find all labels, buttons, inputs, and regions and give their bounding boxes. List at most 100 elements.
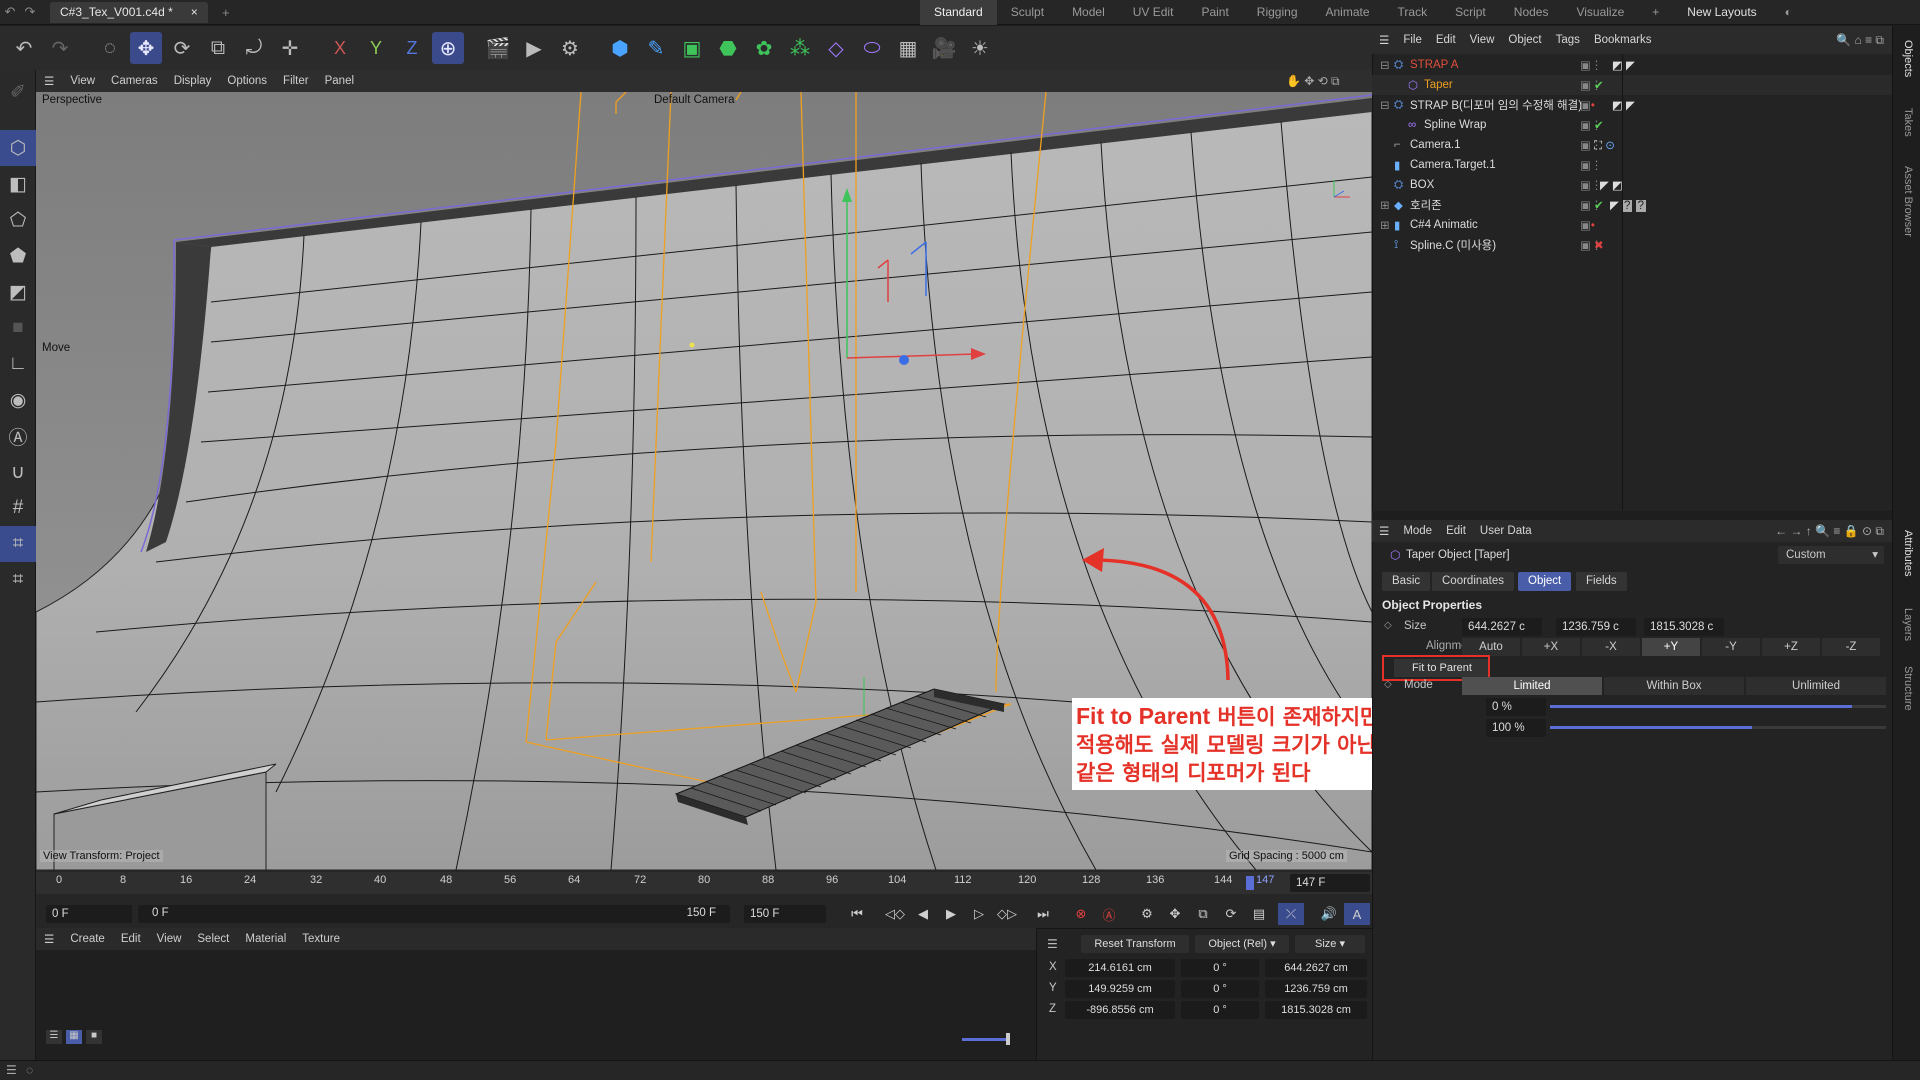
enabled-check-icon[interactable]: ✔ bbox=[1594, 118, 1604, 132]
previous-key-icon[interactable]: ◁◇ bbox=[882, 903, 908, 925]
viewport-menu-view[interactable]: View bbox=[62, 75, 103, 87]
objects-menu-file[interactable]: File bbox=[1396, 34, 1429, 46]
mode-limited[interactable]: Limited bbox=[1462, 677, 1602, 695]
coords-hamburger-icon[interactable]: ☰ bbox=[1047, 937, 1058, 951]
layout-tab-uv-edit[interactable]: UV Edit bbox=[1119, 0, 1188, 25]
tag-icons[interactable]: ◩ ◤ bbox=[1612, 58, 1635, 72]
object-row-spline-wrap[interactable]: ∞ Spline Wrap ▣⋮ ✔ bbox=[1372, 115, 1892, 135]
tag-icons[interactable]: ◤ ◩ bbox=[1600, 178, 1623, 192]
objects-menu-view[interactable]: View bbox=[1463, 34, 1502, 46]
viewport-menu-options[interactable]: Options bbox=[219, 75, 275, 87]
viewport-camera-label[interactable]: Default Camera bbox=[654, 94, 735, 106]
tweak-icon[interactable]: Ⓐ bbox=[0, 418, 36, 454]
material-zoom-slider[interactable] bbox=[962, 1038, 1010, 1041]
next-key-icon[interactable]: ◇▷ bbox=[994, 903, 1020, 925]
subdivision-icon[interactable]: ▣ bbox=[676, 32, 708, 64]
layout-tab-animate[interactable]: Animate bbox=[1312, 0, 1384, 25]
strength-field[interactable]: 0 % bbox=[1486, 698, 1546, 716]
size-z-input[interactable]: 1815.3028 c bbox=[1644, 618, 1724, 636]
mode-within-box[interactable]: Within Box bbox=[1604, 677, 1744, 695]
material-menu-edit[interactable]: Edit bbox=[113, 933, 149, 945]
toggle-icon[interactable]: ◐ bbox=[1771, 0, 1806, 25]
snap-grid-icon[interactable]: # bbox=[0, 490, 36, 526]
side-tab-structure[interactable]: Structure bbox=[1902, 666, 1914, 711]
size-z-field[interactable]: 1815.3028 cm bbox=[1265, 1001, 1367, 1019]
status-menu-icon[interactable]: ☰ bbox=[6, 1063, 17, 1077]
texture-tag-icons[interactable]: ◤ ? ? bbox=[1610, 198, 1647, 212]
deformer-bend-icon[interactable]: ◇ bbox=[820, 32, 852, 64]
object-row-camera-target[interactable]: ▮ Camera.Target.1 ▣⋮ bbox=[1372, 155, 1892, 175]
tag-icons[interactable]: ◩ ◤ bbox=[1612, 98, 1635, 112]
enabled-check-icon[interactable]: ✔ bbox=[1594, 78, 1604, 92]
timeline-ruler[interactable]: 0 8 16 24 32 40 48 56 64 72 80 88 96 104… bbox=[36, 872, 1372, 894]
viewport-hamburger-icon[interactable]: ☰ bbox=[36, 74, 62, 88]
objects-search-icons[interactable]: 🔍 ⌂ ≡ ⧉ bbox=[1836, 33, 1884, 48]
material-menu-texture[interactable]: Texture bbox=[294, 933, 348, 945]
object-row-animatic[interactable]: ⊞ ▮ C#4 Animatic ▣• bbox=[1372, 215, 1892, 235]
tab-fields[interactable]: Fields bbox=[1576, 572, 1627, 591]
points-mode-icon[interactable]: ⬠ bbox=[0, 202, 36, 238]
camera-icon[interactable]: 🎥 bbox=[928, 32, 960, 64]
cloner-icon[interactable]: ✿ bbox=[748, 32, 780, 64]
expand-icon[interactable]: ⊞ bbox=[1380, 218, 1390, 232]
move-tool-icon[interactable]: ✥ bbox=[130, 32, 162, 64]
solo-icon[interactable]: ◉ bbox=[0, 382, 36, 418]
side-tab-layers[interactable]: Layers bbox=[1902, 608, 1914, 641]
reset-transform-button[interactable]: Reset Transform bbox=[1081, 935, 1189, 953]
extrude-generator-icon[interactable]: ⬣ bbox=[712, 32, 744, 64]
key-pla-icon[interactable]: ⤫ bbox=[1278, 903, 1304, 925]
strength-slider[interactable] bbox=[1550, 705, 1886, 708]
alignment-minus-y[interactable]: -Y bbox=[1702, 638, 1760, 656]
undo-history-icon[interactable]: ↶ bbox=[0, 4, 20, 20]
objects-menu-tags[interactable]: Tags bbox=[1549, 34, 1587, 46]
side-tab-takes[interactable]: Takes bbox=[1902, 108, 1914, 137]
tab-basic[interactable]: Basic bbox=[1382, 572, 1431, 591]
go-to-end-icon[interactable]: ⏭ bbox=[1030, 903, 1056, 925]
axis-move-icon[interactable]: ✛ bbox=[274, 32, 306, 64]
side-tab-objects[interactable]: Objects bbox=[1902, 40, 1914, 77]
object-row-strap-a[interactable]: ⊟ ⛭ STRAP A ▣⋮ ◩ ◤ bbox=[1372, 55, 1892, 75]
material-menu-material[interactable]: Material bbox=[237, 933, 294, 945]
cube-icon[interactable]: ⬢ bbox=[604, 32, 636, 64]
alignment-minus-z[interactable]: -Z bbox=[1822, 638, 1880, 656]
layout-tab-sculpt[interactable]: Sculpt bbox=[997, 0, 1058, 25]
scale-tool-icon[interactable]: ⧉ bbox=[202, 32, 234, 64]
start-frame-field[interactable]: 0 F bbox=[46, 905, 132, 923]
position-y-field[interactable]: 149.9259 cm bbox=[1065, 980, 1175, 998]
enabled-check-icon[interactable]: ✔ bbox=[1594, 198, 1604, 212]
go-to-start-icon[interactable]: ⏮ bbox=[844, 903, 870, 925]
x-axis-lock-button[interactable]: X bbox=[324, 32, 356, 64]
rotation-x-field[interactable]: 0 ° bbox=[1181, 959, 1259, 977]
playhead[interactable] bbox=[1246, 876, 1254, 890]
rotate-tool-icon[interactable]: ⟳ bbox=[166, 32, 198, 64]
size-x-field[interactable]: 644.2627 cm bbox=[1265, 959, 1367, 977]
key-position-icon[interactable]: ✥ bbox=[1162, 903, 1188, 925]
layout-tab-model[interactable]: Model bbox=[1058, 0, 1119, 25]
viewport-menu-cameras[interactable]: Cameras bbox=[103, 75, 166, 87]
previous-frame-icon[interactable]: ◀ bbox=[910, 903, 936, 925]
locked-workplane-icon[interactable]: ⌗ bbox=[0, 562, 36, 598]
object-row-spline-c[interactable]: ⟟ Spline.C (미사용) ▣⋮ ✖ bbox=[1372, 235, 1892, 255]
gizmo-z-handle[interactable] bbox=[899, 355, 909, 365]
attributes-menu-mode[interactable]: Mode bbox=[1396, 525, 1439, 537]
transform-tool-icon[interactable]: ⤾ bbox=[238, 32, 270, 64]
objects-menu-object[interactable]: Object bbox=[1501, 34, 1548, 46]
viewport-navigation-icons[interactable]: ✋ ✥ ⟲ ⧉ bbox=[1286, 74, 1340, 89]
mograph-icon[interactable]: ⁂ bbox=[784, 32, 816, 64]
polygons-mode-icon[interactable]: ◩ bbox=[0, 274, 36, 310]
light-icon[interactable]: ☀ bbox=[964, 32, 996, 64]
grid-view-icon[interactable]: ▦ bbox=[66, 1030, 82, 1044]
curvature-field[interactable]: 100 % bbox=[1486, 719, 1546, 737]
undo-icon[interactable]: ↶ bbox=[8, 32, 40, 64]
layout-tab-script[interactable]: Script bbox=[1441, 0, 1500, 25]
side-tab-asset-browser[interactable]: Asset Browser bbox=[1902, 166, 1914, 237]
material-hamburger-icon[interactable]: ☰ bbox=[36, 932, 62, 946]
key-parameter-icon[interactable]: ▤ bbox=[1246, 903, 1272, 925]
keyframe-settings-icon[interactable]: ⚙ bbox=[1134, 903, 1160, 925]
size-y-input[interactable]: 1236.759 c bbox=[1556, 618, 1636, 636]
material-menu-view[interactable]: View bbox=[149, 933, 190, 945]
objects-menu-bookmarks[interactable]: Bookmarks bbox=[1587, 34, 1659, 46]
material-menu-create[interactable]: Create bbox=[62, 933, 113, 945]
render-view-icon[interactable]: 🎬 bbox=[482, 32, 514, 64]
attributes-hamburger-icon[interactable]: ☰ bbox=[1372, 524, 1396, 538]
